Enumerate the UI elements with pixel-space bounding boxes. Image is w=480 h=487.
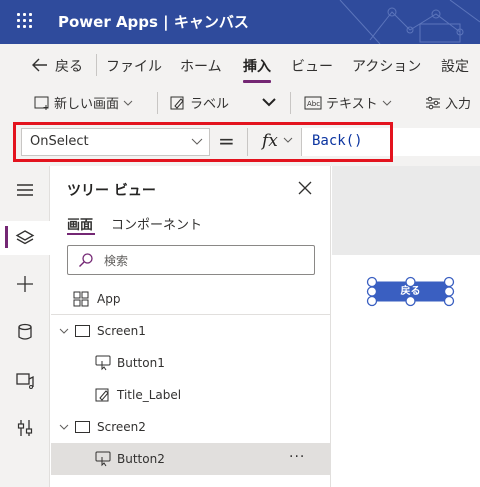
- left-rail: [0, 166, 50, 487]
- tree-item-label: App: [97, 292, 121, 306]
- divider: [290, 92, 291, 114]
- svg-text:Abc: Abc: [307, 100, 320, 108]
- chevron-down-icon: [382, 100, 391, 106]
- tab-screens[interactable]: 画面: [67, 214, 93, 233]
- divider: [157, 92, 158, 114]
- tab-view[interactable]: ビュー: [291, 56, 333, 76]
- text-button-label: テキスト: [326, 97, 378, 112]
- tree-item-label: Button2: [117, 452, 165, 466]
- formula-bar: OnSelect = fx Back(): [0, 120, 480, 166]
- tab-file[interactable]: ファイル: [106, 56, 162, 76]
- active-tab-indicator: [243, 80, 271, 83]
- active-subtab-indicator: [67, 233, 95, 235]
- chevron-down-icon[interactable]: [59, 423, 69, 431]
- tab-action[interactable]: アクション: [352, 56, 421, 76]
- tree-view-panel: ツリー ビュー 画面 コンポーネント 検索 App Screen1 Button…: [51, 166, 331, 487]
- button-control-icon: [95, 451, 111, 467]
- title-bar: Power Apps | キャンバス: [0, 0, 480, 44]
- new-screen-label: 新しい画面: [54, 97, 120, 112]
- screen-icon: [75, 421, 90, 433]
- tree-item-screen2[interactable]: Screen2: [51, 411, 331, 443]
- back-arrow-icon[interactable]: [32, 58, 48, 72]
- plus-icon[interactable]: [15, 274, 35, 294]
- highlight-box: [13, 122, 393, 162]
- text-input-icon: Abc: [304, 96, 322, 109]
- tab-home[interactable]: ホーム: [180, 56, 222, 76]
- chevron-down-icon[interactable]: [262, 97, 276, 107]
- back-button[interactable]: 戻る: [55, 56, 83, 76]
- selection-handles[interactable]: [364, 274, 457, 309]
- app-launcher-icon[interactable]: [17, 13, 33, 29]
- new-screen-icon: [34, 96, 49, 110]
- tree-item-label: Screen2: [97, 420, 146, 434]
- label-edit-icon: [170, 96, 184, 109]
- tree-view-title: ツリー ビュー: [67, 183, 156, 199]
- tree-item-label: Button1: [117, 356, 165, 370]
- input-button-label: 入力: [445, 97, 472, 112]
- app-icon: [73, 291, 89, 307]
- new-screen-button[interactable]: 新しい画面: [34, 93, 133, 112]
- layers-icon[interactable]: [15, 228, 35, 248]
- button-control-icon: [95, 355, 111, 371]
- chevron-down-icon[interactable]: [59, 327, 69, 335]
- insert-toolbar: 新しい画面 ラベル Abc テキスト 入力: [0, 86, 480, 120]
- divider: [96, 54, 97, 76]
- tree-item-screen1[interactable]: Screen1: [51, 315, 331, 347]
- search-input[interactable]: 検索: [67, 245, 315, 275]
- text-button[interactable]: Abc テキスト: [304, 93, 392, 112]
- tools-icon[interactable]: [15, 418, 35, 438]
- active-rail-indicator: [5, 226, 8, 248]
- app-title: Power Apps | キャンバス: [58, 13, 249, 31]
- tree-item-button1[interactable]: Button1: [51, 347, 331, 379]
- tab-components[interactable]: コンポーネント: [111, 214, 202, 233]
- close-icon[interactable]: [298, 181, 312, 195]
- tab-insert[interactable]: 挿入: [243, 56, 271, 76]
- search-placeholder: 検索: [104, 254, 129, 268]
- media-icon[interactable]: [15, 370, 35, 390]
- more-options-button[interactable]: ···: [289, 449, 305, 465]
- database-icon[interactable]: [15, 322, 35, 342]
- command-tabs: 戻る ファイル ホーム 挿入 ビュー アクション 設定: [0, 44, 480, 86]
- tree-item-app[interactable]: App: [51, 283, 331, 315]
- screen-icon: [75, 325, 90, 337]
- header-decoration-graphic: [339, 0, 480, 44]
- label-button[interactable]: ラベル: [170, 93, 229, 112]
- sliders-icon: [426, 96, 440, 109]
- tree-item-label: Screen1: [97, 324, 146, 338]
- tree-item-title-label[interactable]: Title_Label: [51, 379, 331, 411]
- label-button-text: ラベル: [190, 97, 230, 112]
- tree-item-button2[interactable]: Button2 ···: [51, 443, 331, 475]
- tab-settings[interactable]: 設定: [441, 56, 469, 76]
- chevron-down-icon: [123, 100, 133, 106]
- label-edit-icon: [95, 388, 109, 402]
- search-icon: [79, 253, 93, 267]
- tree-item-label: Title_Label: [117, 388, 182, 402]
- hamburger-menu-icon[interactable]: [15, 180, 35, 200]
- input-button[interactable]: 入力: [425, 93, 471, 112]
